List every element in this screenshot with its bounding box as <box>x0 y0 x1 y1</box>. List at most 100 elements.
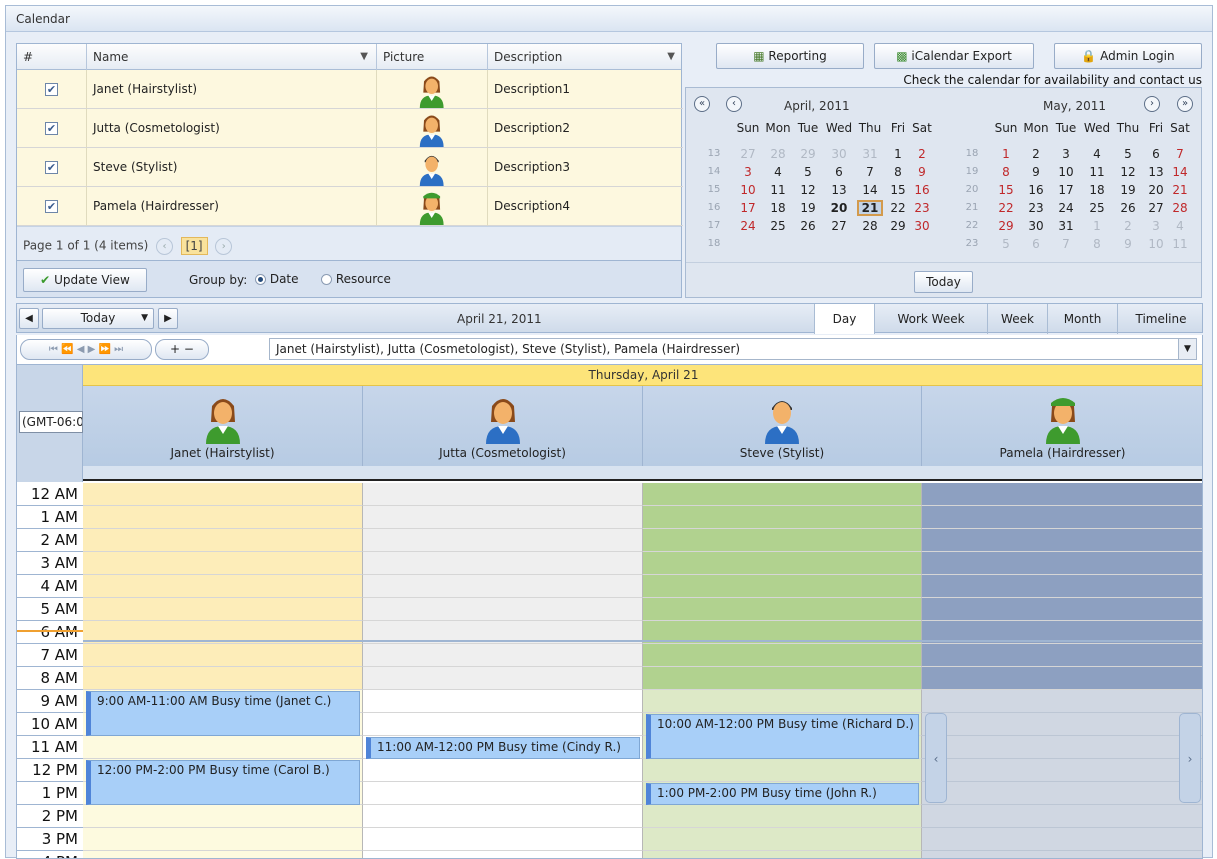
resource-filter-select[interactable]: Janet (Hairstylist), Jutta (Cosmetologis… <box>269 338 1197 360</box>
time-slot[interactable] <box>643 483 922 506</box>
day-cell[interactable]: 11 <box>1084 164 1110 180</box>
day-cell[interactable]: 19 <box>795 200 821 216</box>
day-cell[interactable] <box>885 236 911 252</box>
group-date-option[interactable]: Date <box>255 272 299 286</box>
appointment[interactable]: 9:00 AM-11:00 AM Busy time (Janet C.) <box>86 691 360 736</box>
time-slot[interactable] <box>363 575 643 598</box>
prev-month-icon[interactable]: ‹ <box>726 96 742 112</box>
group-resource-option[interactable]: Resource <box>321 272 391 286</box>
time-slot[interactable] <box>922 759 1202 782</box>
time-slot[interactable] <box>83 644 363 667</box>
tab-work-week[interactable]: Work Week <box>874 304 987 334</box>
time-slot[interactable] <box>643 805 922 828</box>
time-slot[interactable] <box>363 713 643 736</box>
scroll-left-icon[interactable]: ‹ <box>925 713 947 803</box>
day-cell[interactable]: 24 <box>1053 200 1079 216</box>
minical-today-button[interactable]: Today <box>914 271 973 293</box>
day-cell[interactable]: 27 <box>1143 200 1169 216</box>
day-cell[interactable]: 27 <box>735 146 761 162</box>
day-cell[interactable]: 2 <box>1115 218 1141 234</box>
tab-day[interactable]: Day <box>814 304 874 334</box>
day-cell[interactable]: 26 <box>795 218 821 234</box>
day-cell[interactable]: 23 <box>909 200 935 216</box>
day-cell[interactable]: 22 <box>993 200 1019 216</box>
page-current[interactable]: [1] <box>180 237 208 255</box>
col-header-description[interactable]: Description ▼ <box>488 44 683 70</box>
time-slot[interactable] <box>83 828 363 851</box>
reporting-button[interactable]: ▦ Reporting <box>716 43 864 69</box>
day-cell[interactable]: 10 <box>735 182 761 198</box>
day-cell[interactable] <box>795 236 821 252</box>
admin-login-button[interactable]: 🔒 Admin Login <box>1054 43 1202 69</box>
time-slot[interactable] <box>363 483 643 506</box>
day-cell[interactable]: 18 <box>1084 182 1110 198</box>
time-slot[interactable] <box>363 782 643 805</box>
day-cell[interactable]: 31 <box>1053 218 1079 234</box>
day-cell[interactable]: 17 <box>1053 182 1079 198</box>
day-cell[interactable]: 26 <box>1115 200 1141 216</box>
day-cell[interactable]: 29 <box>993 218 1019 234</box>
time-slot[interactable] <box>83 529 363 552</box>
day-cell[interactable]: 31 <box>857 146 883 162</box>
time-slot[interactable] <box>83 667 363 690</box>
day-cell[interactable] <box>826 236 852 252</box>
time-slot[interactable] <box>363 667 643 690</box>
zoom-buttons[interactable]: + − <box>155 339 209 360</box>
time-slot[interactable] <box>643 598 922 621</box>
zoom-in-icon[interactable]: + <box>170 342 180 356</box>
day-cell[interactable]: 11 <box>1167 236 1193 252</box>
day-cell[interactable]: 21 <box>1167 182 1193 198</box>
day-cell[interactable]: 10 <box>1143 236 1169 252</box>
prev-page-icon[interactable]: ‹ <box>155 237 173 255</box>
day-cell[interactable]: 3 <box>1143 218 1169 234</box>
time-slot[interactable] <box>83 506 363 529</box>
day-cell[interactable]: 22 <box>885 200 911 216</box>
day-cell[interactable]: 2 <box>1023 146 1049 162</box>
resource-checkbox[interactable]: ✔ <box>45 161 58 174</box>
appointment[interactable]: 1:00 PM-2:00 PM Busy time (John R.) <box>646 783 919 805</box>
day-cell[interactable]: 8 <box>885 164 911 180</box>
time-slot[interactable] <box>363 805 643 828</box>
time-slot[interactable] <box>83 575 363 598</box>
day-cell[interactable]: 2 <box>909 146 935 162</box>
time-slot[interactable] <box>643 759 922 782</box>
radio-date[interactable] <box>255 274 266 285</box>
day-cell[interactable]: 29 <box>885 218 911 234</box>
day-cell[interactable]: 18 <box>765 200 791 216</box>
day-cell[interactable]: 8 <box>993 164 1019 180</box>
time-slot[interactable] <box>643 552 922 575</box>
time-slot[interactable] <box>83 483 363 506</box>
day-cell[interactable]: 3 <box>735 164 761 180</box>
day-cell[interactable] <box>735 236 761 252</box>
time-slot[interactable] <box>363 529 643 552</box>
day-cell[interactable]: 7 <box>1053 236 1079 252</box>
day-cell[interactable]: 28 <box>857 218 883 234</box>
day-cell[interactable]: 15 <box>885 182 911 198</box>
time-slot[interactable] <box>363 506 643 529</box>
navigation-arrows[interactable]: ⏮ ⏪ ◀ ▶ ⏩ ⏭ <box>20 339 152 360</box>
day-cell[interactable]: 9 <box>1115 236 1141 252</box>
day-cell[interactable]: 6 <box>1023 236 1049 252</box>
scroll-right-icon[interactable]: › <box>1179 713 1201 803</box>
resource-checkbox[interactable]: ✔ <box>45 122 58 135</box>
day-cell[interactable]: 9 <box>909 164 935 180</box>
day-cell[interactable]: 10 <box>1053 164 1079 180</box>
resource-checkbox[interactable]: ✔ <box>45 83 58 96</box>
day-cell[interactable]: 13 <box>826 182 852 198</box>
time-slot[interactable] <box>363 598 643 621</box>
time-slot[interactable] <box>83 736 363 759</box>
time-slot[interactable] <box>363 644 643 667</box>
day-cell[interactable]: 30 <box>1023 218 1049 234</box>
time-slot[interactable] <box>83 598 363 621</box>
time-slot[interactable] <box>643 575 922 598</box>
tab-week[interactable]: Week <box>987 304 1047 334</box>
time-slot[interactable] <box>922 782 1202 805</box>
day-cell[interactable]: 21 <box>857 200 883 216</box>
day-cell[interactable]: 24 <box>735 218 761 234</box>
time-slot[interactable] <box>922 644 1202 667</box>
day-cell[interactable]: 23 <box>1023 200 1049 216</box>
resource-row[interactable]: ✔ Janet (Hairstylist) Description1 <box>17 70 683 109</box>
col-header-picture[interactable]: Picture <box>377 44 488 70</box>
day-cell[interactable]: 6 <box>1143 146 1169 162</box>
day-cell[interactable]: 4 <box>1084 146 1110 162</box>
